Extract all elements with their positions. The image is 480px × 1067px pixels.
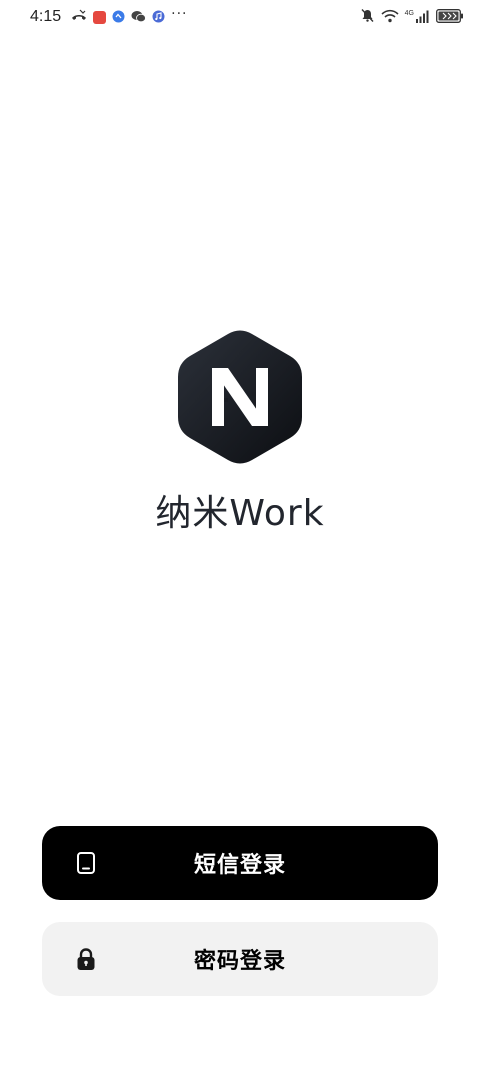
sms-login-button[interactable]: 短信登录: [42, 826, 438, 900]
battery-icon: [436, 8, 464, 27]
status-right: 4G: [360, 8, 464, 27]
network-type-label: 4G: [404, 9, 414, 17]
app-notification-red-icon: [93, 10, 107, 24]
more-notifications-indicator: ···: [171, 6, 188, 22]
password-login-label: 密码登录: [193, 949, 286, 974]
sms-login-label: 短信登录: [193, 853, 286, 878]
wechat-icon: [131, 8, 147, 27]
password-login-button[interactable]: 密码登录: [42, 922, 438, 996]
signal-icon: [416, 8, 430, 27]
app-logo: [178, 328, 302, 466]
mute-bell-icon: [360, 8, 375, 27]
status-bar: 4:15 ··· 4G: [0, 0, 480, 34]
app-notification-blue-icon: [112, 8, 125, 27]
app-name: 纳米Work: [155, 493, 325, 534]
status-left: 4:15 ···: [30, 6, 188, 27]
phone-icon: [74, 851, 98, 875]
lock-icon: [74, 947, 98, 971]
music-icon: [152, 8, 165, 27]
wifi-icon: [381, 8, 399, 27]
missed-call-icon: [71, 8, 87, 27]
nano-n-hexagon-logo-icon: [178, 330, 302, 464]
status-time: 4:15: [30, 8, 62, 25]
